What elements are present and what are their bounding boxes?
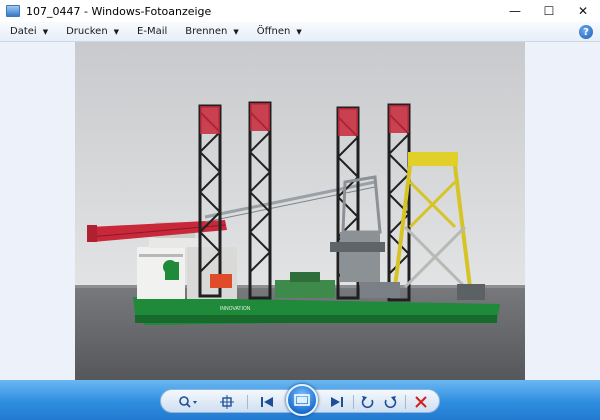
actual-size-icon bbox=[220, 395, 234, 409]
menu-datei-label: Datei bbox=[10, 26, 37, 37]
menu-oeffnen[interactable]: Öffnen ▼ bbox=[247, 22, 310, 42]
rotate-ccw-icon bbox=[361, 396, 374, 409]
delete-icon bbox=[415, 396, 427, 408]
ship-photo: INNOVATION bbox=[75, 42, 525, 380]
toolbar-separator bbox=[405, 395, 406, 409]
toolbar-separator bbox=[247, 395, 248, 409]
menu-bar: Datei ▼ Drucken ▼ E-Mail Brennen ▼ Öffne… bbox=[0, 22, 600, 42]
zoom-icon bbox=[179, 396, 197, 408]
zoom-button[interactable] bbox=[175, 393, 203, 411]
actual-size-button[interactable] bbox=[219, 393, 235, 411]
next-button[interactable] bbox=[325, 393, 349, 411]
slideshow-icon bbox=[294, 394, 310, 406]
photo-display: INNOVATION bbox=[75, 42, 525, 380]
toolbar-separator bbox=[353, 395, 354, 409]
rotate-left-button[interactable] bbox=[359, 393, 377, 411]
photo-viewer-icon bbox=[6, 5, 20, 17]
previous-button[interactable] bbox=[255, 393, 279, 411]
delete-button[interactable] bbox=[411, 393, 431, 411]
chevron-down-icon: ▼ bbox=[113, 27, 120, 36]
bottom-toolbar bbox=[0, 380, 600, 420]
image-viewer: INNOVATION bbox=[0, 42, 600, 380]
menu-brennen[interactable]: Brennen ▼ bbox=[175, 22, 246, 42]
chevron-down-icon: ▼ bbox=[233, 27, 239, 36]
rotate-cw-icon bbox=[384, 396, 397, 409]
chevron-down-icon: ▼ bbox=[42, 27, 49, 36]
title-bar: 107_0447 - Windows-Fotoanzeige — ☐ ✕ bbox=[0, 0, 600, 22]
chevron-down-icon: ▼ bbox=[296, 27, 302, 36]
menu-email-label: E-Mail bbox=[137, 26, 168, 37]
slideshow-button[interactable] bbox=[286, 384, 318, 416]
menu-oeffnen-label: Öffnen bbox=[256, 26, 291, 37]
window-controls: — ☐ ✕ bbox=[498, 0, 600, 22]
maximize-button[interactable]: ☐ bbox=[532, 0, 566, 22]
minimize-button[interactable]: — bbox=[498, 0, 532, 22]
close-button[interactable]: ✕ bbox=[566, 0, 600, 22]
menu-datei[interactable]: Datei ▼ bbox=[0, 22, 56, 42]
svg-text:INNOVATION: INNOVATION bbox=[220, 306, 251, 312]
window-title: 107_0447 - Windows-Fotoanzeige bbox=[26, 4, 212, 18]
menu-brennen-label: Brennen bbox=[185, 26, 228, 37]
menu-email[interactable]: E-Mail bbox=[127, 22, 175, 42]
previous-icon bbox=[261, 397, 273, 407]
menu-drucken[interactable]: Drucken ▼ bbox=[56, 22, 127, 42]
toolbar-controls bbox=[160, 384, 440, 416]
rotate-right-button[interactable] bbox=[381, 393, 399, 411]
help-icon[interactable]: ? bbox=[579, 25, 593, 39]
menu-drucken-label: Drucken bbox=[66, 26, 108, 37]
next-icon bbox=[331, 397, 343, 407]
